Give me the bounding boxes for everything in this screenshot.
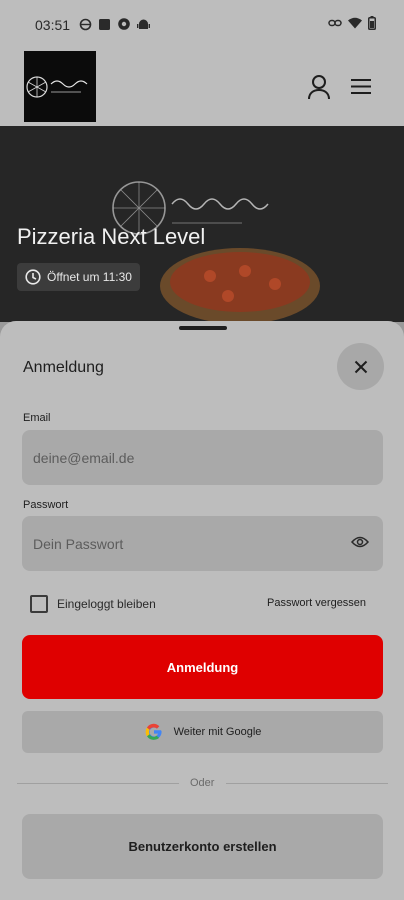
divider-line-left: [17, 783, 179, 784]
close-button[interactable]: [337, 343, 384, 390]
opening-hours-badge: Öffnet um 11:30: [17, 263, 140, 291]
google-button-label: Weiter mit Google: [173, 726, 262, 738]
menu-icon[interactable]: [350, 78, 372, 95]
opening-hours-text: Öffnet um 11:30: [47, 270, 132, 284]
email-label: Email: [23, 412, 51, 424]
create-account-label: Benutzerkonto erstellen: [128, 839, 277, 854]
hero-banner: Pizzeria Next Level Öffnet um 11:30: [0, 126, 404, 322]
remember-me-label: Eingeloggt bleiben: [57, 597, 156, 611]
google-icon: [145, 723, 162, 740]
email-field-container: [22, 430, 383, 485]
status-icons-left: [79, 17, 150, 31]
email-field[interactable]: [33, 449, 333, 466]
settings-icon: [118, 18, 130, 30]
remember-me[interactable]: Eingeloggt bleiben: [30, 595, 156, 613]
password-label: Passwort: [23, 499, 69, 511]
eye-icon[interactable]: [351, 535, 369, 549]
divider-line-right: [226, 783, 388, 784]
status-time: 03:51: [35, 17, 71, 33]
forgot-password-link[interactable]: Passwort vergessen: [267, 597, 366, 609]
login-button[interactable]: Anmeldung: [22, 635, 383, 699]
create-account-button[interactable]: Benutzerkonto erstellen: [22, 814, 383, 879]
clock-icon: [25, 269, 41, 285]
battery-icon: [368, 16, 376, 30]
login-sheet: Anmeldung Email Passwort Eingeloggt blei…: [0, 321, 404, 900]
close-icon: [354, 360, 367, 373]
wifi-icon: [348, 17, 362, 29]
link-icon: [328, 19, 342, 27]
google-signin-button[interactable]: Weiter mit Google: [22, 711, 383, 753]
sheet-drag-handle[interactable]: [179, 326, 227, 330]
restaurant-logo[interactable]: [24, 51, 96, 122]
circle-icon: [79, 18, 92, 30]
square-icon: [99, 18, 110, 30]
restaurant-name: Pizzeria Next Level: [17, 224, 206, 249]
divider-text: Oder: [190, 777, 215, 789]
user-icon[interactable]: [307, 74, 331, 100]
password-field-container: [22, 516, 383, 571]
login-button-label: Anmeldung: [166, 659, 239, 675]
remember-me-checkbox[interactable]: [30, 595, 48, 613]
status-bar: 03:51: [0, 0, 404, 50]
password-field[interactable]: [33, 535, 333, 552]
sheet-title: Anmeldung: [23, 359, 104, 376]
status-icons-right: [328, 16, 376, 30]
app-header: [0, 50, 404, 126]
android-icon: [137, 19, 150, 29]
